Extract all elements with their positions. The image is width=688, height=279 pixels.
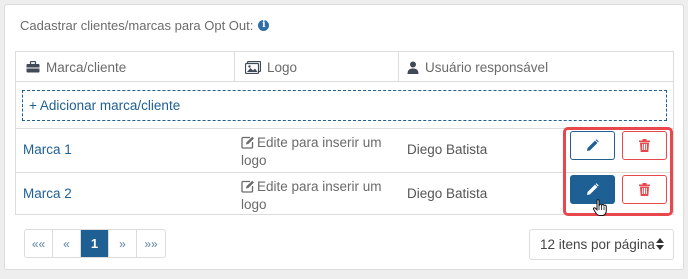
info-circle-icon[interactable]: i	[258, 20, 270, 31]
header-brand-client-label: Marca/cliente	[46, 59, 127, 75]
header-brand-client: Marca/cliente	[16, 52, 235, 82]
user-icon	[407, 61, 419, 74]
header-logo: Logo	[235, 52, 399, 82]
next-page-button[interactable]: »	[109, 230, 137, 257]
edit-logo-link[interactable]: Edite para inserir um logo	[241, 179, 401, 213]
edit-button[interactable]	[570, 131, 615, 160]
edit-square-icon	[241, 136, 255, 153]
last-page-button[interactable]: »»	[137, 230, 165, 257]
select-caret-icon	[656, 238, 664, 250]
header-responsible-user-label: Usuário responsável	[425, 59, 549, 75]
header-responsible-user: Usuário responsável	[399, 52, 548, 82]
pencil-icon	[587, 139, 599, 151]
table-header: Marca/cliente Logo Usuário responsável	[16, 52, 673, 82]
hand-pointer-cursor-icon	[592, 199, 607, 222]
items-per-page-value: 12 itens por página	[540, 237, 655, 252]
pagination: «« « 1 » »»	[24, 229, 166, 258]
responsible-user: Diego Batista	[407, 186, 488, 201]
add-brand-client-button[interactable]: + Adicionar marca/cliente	[22, 90, 667, 121]
edit-logo-text: Edite para inserir um logo	[241, 135, 382, 168]
edit-logo-text: Edite para inserir um logo	[241, 179, 382, 212]
trash-icon	[639, 139, 650, 152]
items-per-page-select[interactable]: 12 itens por página	[529, 229, 674, 260]
current-page-button[interactable]: 1	[81, 230, 109, 257]
brand-name-link[interactable]: Marca 1	[23, 142, 72, 157]
header-logo-label: Logo	[267, 59, 298, 75]
responsible-user: Diego Batista	[407, 142, 488, 157]
panel-title: Cadastrar clientes/marcas para Opt Out: …	[20, 18, 270, 33]
add-brand-client-label: + Adicionar marca/cliente	[29, 98, 181, 113]
images-icon	[245, 60, 261, 74]
briefcase-icon	[26, 61, 40, 73]
delete-button[interactable]	[622, 175, 667, 204]
opt-out-panel: Cadastrar clientes/marcas para Opt Out: …	[4, 4, 684, 270]
edit-logo-link[interactable]: Edite para inserir um logo	[241, 135, 401, 169]
first-page-button[interactable]: ««	[25, 230, 53, 257]
brand-name-link[interactable]: Marca 2	[23, 186, 72, 201]
delete-button[interactable]	[622, 131, 667, 160]
panel-title-text: Cadastrar clientes/marcas para Opt Out:	[20, 18, 254, 33]
edit-square-icon	[241, 180, 255, 197]
trash-icon	[639, 183, 650, 196]
prev-page-button[interactable]: «	[53, 230, 81, 257]
pencil-icon	[587, 183, 599, 195]
